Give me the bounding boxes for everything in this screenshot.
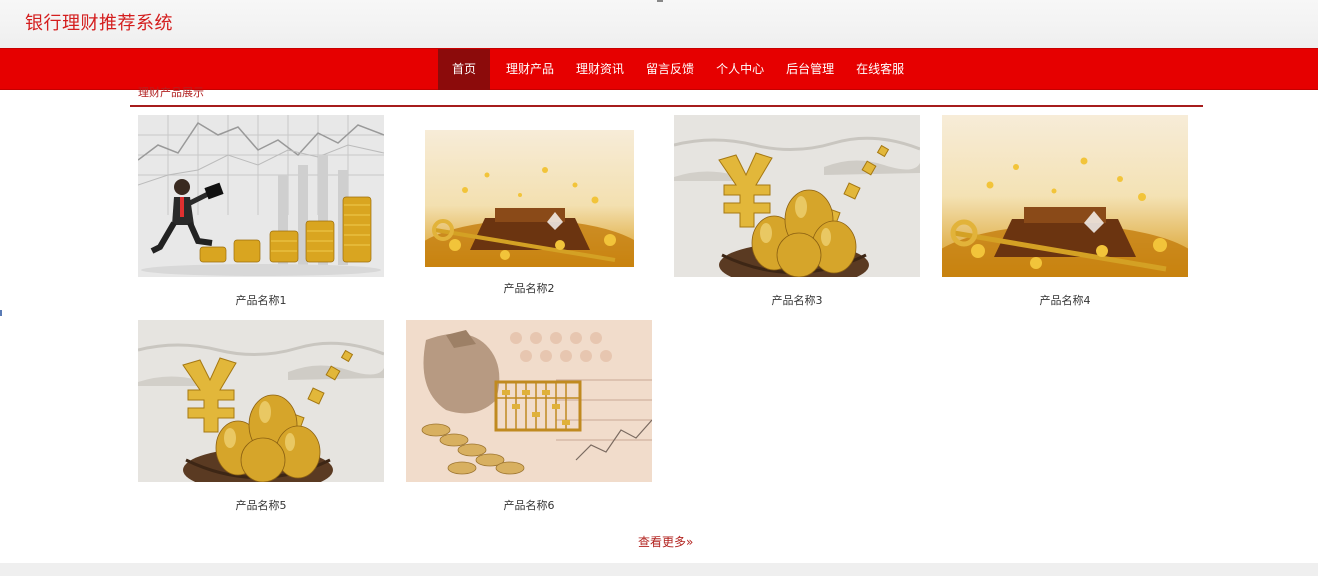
product-name-6[interactable]: 产品名称6 <box>504 497 555 513</box>
top-header: 银行理财推荐系统 <box>0 0 1318 48</box>
product-image-businessman-coin-stacks[interactable] <box>138 115 384 277</box>
nav-item-support[interactable]: 在线客服 <box>845 49 915 90</box>
view-more-label: 查看更多 <box>638 535 687 549</box>
footer-bar <box>0 563 1318 576</box>
section-divider <box>130 105 1203 107</box>
product-image-golden-key-treasure[interactable] <box>942 115 1188 277</box>
product-name-5[interactable]: 产品名称5 <box>236 497 287 513</box>
product-image-money-bag-abacus[interactable] <box>406 320 652 482</box>
product-image-golden-key-treasure[interactable] <box>425 130 634 267</box>
product-name-4[interactable]: 产品名称4 <box>1040 292 1091 308</box>
nav-item-admin[interactable]: 后台管理 <box>775 49 845 90</box>
left-edge-marker <box>0 310 2 316</box>
product-name-1[interactable]: 产品名称1 <box>236 292 287 308</box>
nav-item-feedback[interactable]: 留言反馈 <box>635 49 705 90</box>
double-chevron-right-icon: » <box>686 535 694 549</box>
view-more-link[interactable]: 查看更多» <box>638 533 693 550</box>
nav-item-products[interactable]: 理财产品 <box>495 49 565 90</box>
nav-item-profile[interactable]: 个人中心 <box>705 49 775 90</box>
product-image-golden-eggs-nest[interactable] <box>138 320 384 482</box>
nav-items: 首页 理财产品 理财资讯 留言反馈 个人中心 后台管理 在线客服 <box>438 49 915 90</box>
product-name-3[interactable]: 产品名称3 <box>772 292 823 308</box>
product-image-golden-eggs-nest[interactable] <box>674 115 920 277</box>
nav-item-home[interactable]: 首页 <box>438 49 491 90</box>
site-title: 银行理财推荐系统 <box>25 13 173 34</box>
top-marker <box>657 0 663 2</box>
nav-item-news[interactable]: 理财资讯 <box>565 49 635 90</box>
section-title: 理财产品展示 <box>138 86 204 99</box>
product-name-2[interactable]: 产品名称2 <box>504 280 555 296</box>
